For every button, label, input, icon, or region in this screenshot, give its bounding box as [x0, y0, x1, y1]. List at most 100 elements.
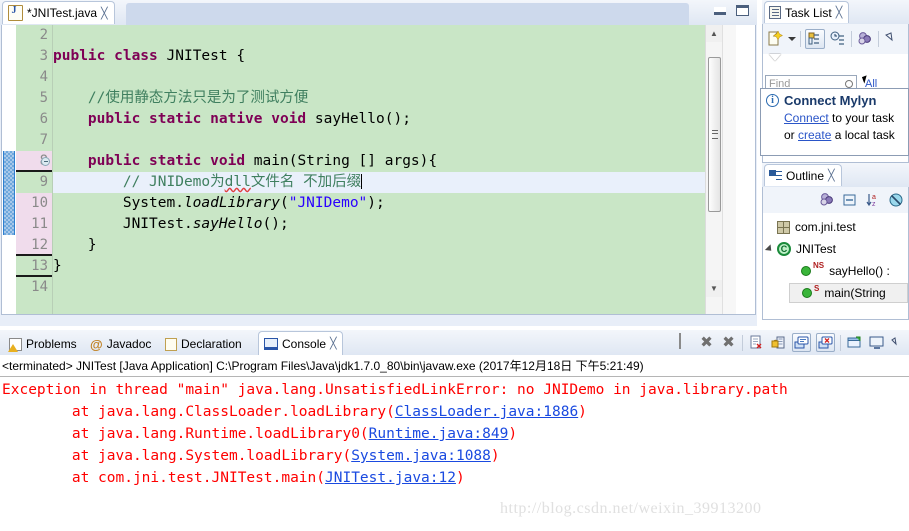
- fold-collapse-icon[interactable]: [41, 157, 50, 166]
- editor-horizontal-scrollbar[interactable]: ◀: [53, 314, 705, 315]
- close-icon[interactable]: ╳: [836, 7, 843, 18]
- categorized-presentation-icon[interactable]: [805, 29, 825, 49]
- toolbar-separator: [851, 31, 852, 47]
- code-line[interactable]: //使用静态方法只是为了测试方便: [53, 88, 705, 109]
- code-line[interactable]: [53, 25, 705, 46]
- stack-trace-link[interactable]: ClassLoader.java:1886: [395, 404, 578, 420]
- code-token: System.: [53, 195, 184, 211]
- close-icon[interactable]: ╳: [101, 8, 108, 19]
- code-line[interactable]: // JNIDemo为dll文件名 不加后缀: [53, 172, 705, 193]
- code-token: public static void: [88, 153, 254, 169]
- close-icon[interactable]: ╳: [330, 338, 337, 349]
- show-console-when-stderr-icon[interactable]: [816, 333, 835, 352]
- open-console-icon[interactable]: [890, 334, 907, 351]
- focus-on-active-task-icon[interactable]: [818, 191, 836, 209]
- scroll-down-icon[interactable]: ▼: [706, 280, 722, 297]
- code-line[interactable]: }: [53, 256, 705, 277]
- code-line[interactable]: [53, 277, 705, 298]
- overview-ruler[interactable]: [722, 25, 736, 314]
- display-selected-console-icon[interactable]: [868, 334, 885, 351]
- outline-tree-item[interactable]: NSsayHello() :: [789, 261, 909, 281]
- minimize-icon[interactable]: [714, 7, 726, 15]
- terminate-icon[interactable]: [676, 334, 693, 351]
- tab-problems[interactable]: Problems: [4, 333, 82, 355]
- stack-trace-link[interactable]: Runtime.java:849: [369, 426, 509, 442]
- code-line[interactable]: [53, 67, 705, 88]
- tab-javadoc[interactable]: @ Javadoc: [85, 333, 156, 355]
- code-token: 文件名 不加后缀: [251, 174, 361, 190]
- gutter-change-separator: [16, 254, 52, 256]
- line-number: 3: [16, 46, 48, 67]
- code-token: JNITest.: [53, 216, 193, 232]
- modifier-badge: NS: [813, 261, 824, 270]
- declaration-icon: [165, 338, 177, 351]
- code-editor[interactable]: 234567891011121314 public class JNITest …: [1, 25, 756, 315]
- tooltip-title: Connect Mylyn: [784, 93, 876, 108]
- code-text-area[interactable]: public class JNITest { //使用静态方法只是为了测试方便 …: [53, 25, 705, 314]
- focus-on-workweek-icon[interactable]: [856, 30, 874, 48]
- console-terminated-line: <terminated> JNITest [Java Application] …: [2, 357, 644, 374]
- vertical-scroll-thumb[interactable]: [708, 57, 721, 212]
- remove-all-terminated-icon[interactable]: ✖: [720, 334, 737, 351]
- code-line[interactable]: public static void main(String [] args){: [53, 151, 705, 172]
- new-task-icon[interactable]: [766, 30, 784, 48]
- maximize-icon[interactable]: [736, 5, 749, 16]
- expand-triangle-icon[interactable]: [769, 54, 781, 61]
- console-tabstrip: Problems @ Javadoc Declaration Console ╳…: [0, 330, 909, 355]
- scroll-lock-icon[interactable]: [770, 334, 787, 351]
- tab-console[interactable]: Console ╳: [258, 331, 343, 355]
- show-console-when-stdout-icon[interactable]: [792, 333, 811, 352]
- outline-item-label: com.jni.test: [795, 220, 856, 234]
- outline-tab-label: Outline: [786, 169, 824, 183]
- scheduled-presentation-icon[interactable]: [829, 30, 847, 48]
- editor-vertical-scrollbar[interactable]: ▲ ▼: [705, 25, 722, 314]
- outline-tree-item[interactable]: com.jni.test: [765, 217, 909, 237]
- code-token: (: [280, 195, 289, 211]
- create-link[interactable]: create: [798, 128, 831, 142]
- tab-outline[interactable]: Outline ╳: [764, 164, 842, 186]
- text-caret: [361, 174, 362, 189]
- outline-icon: [769, 169, 782, 182]
- code-line[interactable]: public class JNITest {: [53, 46, 705, 67]
- problems-icon: [9, 338, 22, 351]
- twisty-expanded-icon[interactable]: [765, 244, 774, 253]
- clear-console-icon[interactable]: [748, 334, 765, 351]
- collapse-all-icon[interactable]: [841, 191, 859, 209]
- editor-tabstrip-empty-area: [126, 3, 689, 25]
- change-ruler-mark: [3, 151, 15, 235]
- tooltip-line-2-rest: a local task: [831, 128, 894, 142]
- editor-tab-jnitest-java[interactable]: *JNITest.java ╳: [2, 1, 115, 24]
- console-view: Problems @ Javadoc Declaration Console ╳…: [0, 330, 909, 531]
- pin-console-icon[interactable]: [846, 334, 863, 351]
- stack-trace-link[interactable]: JNITest.java:12: [325, 470, 456, 486]
- search-icon: [845, 80, 853, 88]
- code-line[interactable]: [53, 130, 705, 151]
- scroll-up-icon[interactable]: ▲: [706, 25, 722, 42]
- method-icon: [801, 266, 811, 276]
- outline-tree-item[interactable]: CJNITest: [765, 239, 909, 259]
- stack-trace-link[interactable]: System.java:1088: [351, 448, 491, 464]
- view-menu-icon[interactable]: [883, 30, 901, 48]
- remove-launch-icon[interactable]: ✖: [698, 334, 715, 351]
- outline-tree-item[interactable]: Smain(String: [789, 283, 908, 303]
- tab-task-list[interactable]: Task List ╳: [764, 1, 849, 23]
- line-number-ruler: 234567891011121314: [16, 25, 52, 314]
- watermark: http://blog.csdn.net/weixin_39913200: [500, 500, 762, 518]
- tab-declaration[interactable]: Declaration: [160, 333, 247, 355]
- sort-alphabetically-icon[interactable]: a z: [864, 191, 882, 209]
- console-output-line: Exception in thread "main" java.lang.Uns…: [2, 379, 788, 401]
- code-line[interactable]: public static native void sayHello();: [53, 109, 705, 130]
- code-line[interactable]: System.loadLibrary("JNIDemo");: [53, 193, 705, 214]
- code-line[interactable]: }: [53, 235, 705, 256]
- close-icon[interactable]: ╳: [828, 170, 835, 181]
- toolbar-separator: [878, 31, 879, 47]
- code-token: loadLibrary: [184, 195, 280, 211]
- hide-fields-icon[interactable]: [887, 191, 905, 209]
- code-token: main(String [] args){: [254, 153, 437, 169]
- code-line[interactable]: JNITest.sayHello();: [53, 214, 705, 235]
- console-output[interactable]: <terminated> JNITest [Java Application] …: [0, 355, 909, 531]
- chevron-down-icon[interactable]: [788, 37, 796, 41]
- console-text: at com.jni.test.JNITest.main(: [2, 470, 325, 486]
- tooltip-line-2-pre: or: [784, 128, 798, 142]
- connect-link[interactable]: Connect: [784, 111, 829, 125]
